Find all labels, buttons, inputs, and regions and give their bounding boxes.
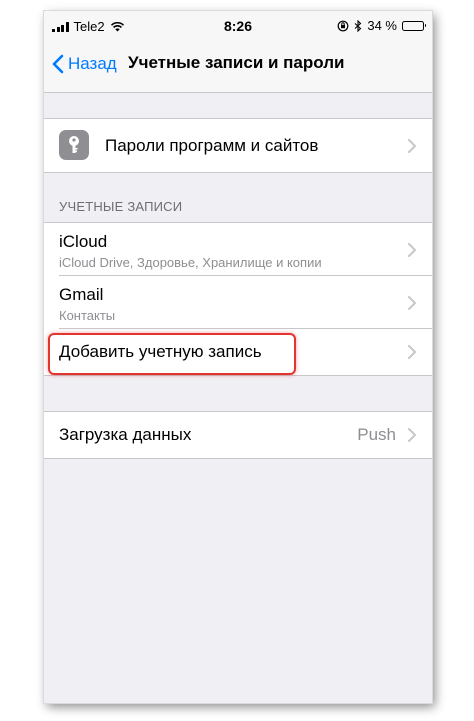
fetch-data-label: Загрузка данных [59, 425, 192, 444]
status-bar: Tele2 8:26 34 % [44, 11, 432, 41]
account-subtitle: Контакты [59, 308, 116, 323]
passwords-label: Пароли программ и сайтов [105, 135, 319, 155]
highlight-box [48, 333, 296, 375]
back-label: Назад [68, 54, 117, 73]
passwords-row[interactable]: Пароли программ и сайтов [44, 119, 432, 172]
back-button[interactable]: Назад [52, 54, 117, 74]
orientation-lock-icon [337, 20, 349, 31]
chevron-left-icon [52, 54, 64, 74]
key-icon [59, 130, 89, 160]
account-title: iCloud [59, 232, 108, 251]
bluetooth-icon [354, 19, 362, 32]
navigation-bar: Назад Учетные записи и пароли [44, 41, 432, 93]
chevron-right-icon [408, 428, 416, 442]
phone-screen: Tele2 8:26 34 % Назад Учетные записи и п… [44, 11, 432, 703]
account-row-gmail[interactable]: Gmail Контакты [44, 276, 432, 329]
account-title: Gmail [59, 285, 104, 304]
chevron-right-icon [408, 295, 416, 310]
accounts-section-header: УЧЕТНЫЕ ЗАПИСИ [59, 199, 183, 214]
chevron-right-icon [408, 242, 416, 257]
account-subtitle: iCloud Drive, Здоровье, Хранилище и копи… [59, 255, 322, 270]
fetch-group: Загрузка данных Push [44, 411, 432, 459]
chevron-right-icon [408, 345, 416, 359]
fetch-data-row[interactable]: Загрузка данных Push [44, 412, 432, 458]
battery-icon [402, 20, 426, 31]
account-row-icloud[interactable]: iCloud iCloud Drive, Здоровье, Хранилище… [44, 223, 432, 276]
chevron-right-icon [408, 138, 416, 153]
fetch-data-value: Push [357, 425, 396, 444]
battery-percent: 34 % [367, 18, 397, 33]
passwords-group: Пароли программ и сайтов [44, 118, 432, 173]
status-right: 34 % [337, 18, 426, 33]
page-title: Учетные записи и пароли [128, 53, 345, 72]
